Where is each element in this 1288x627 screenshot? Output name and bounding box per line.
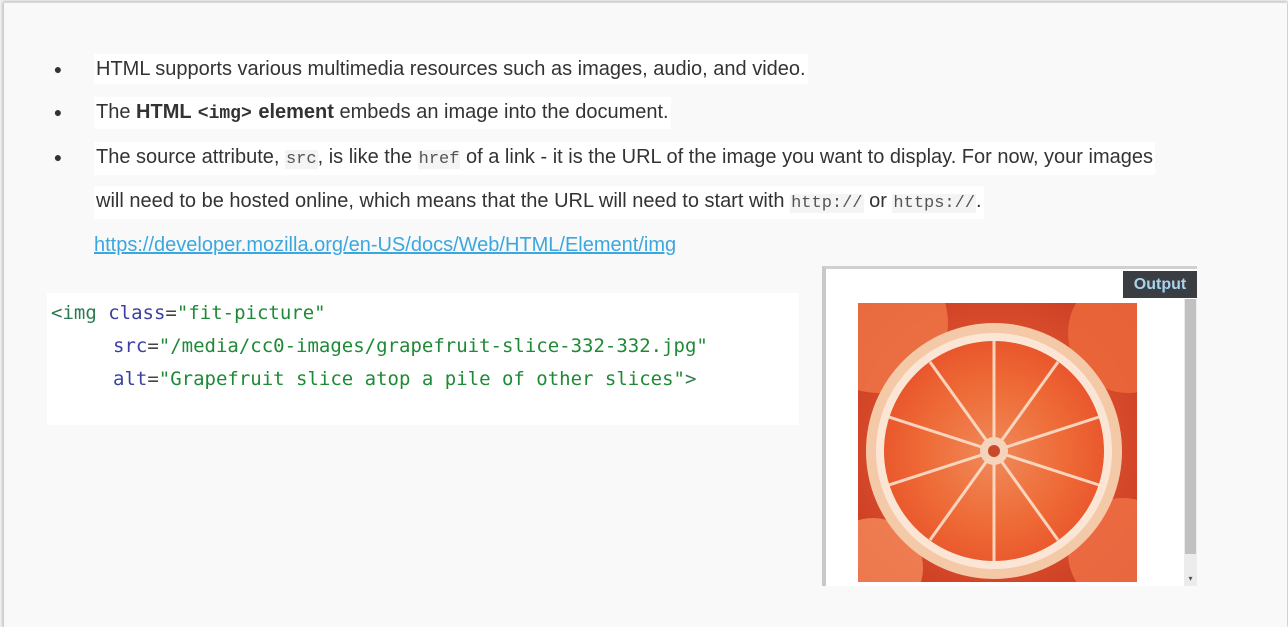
grapefruit-illustration	[858, 303, 1137, 582]
code-line-2: src="/media/cc0-images/grapefruit-slice-…	[113, 335, 708, 357]
bullet-text: The HTML <img> element embeds an image i…	[94, 97, 671, 129]
output-label: Output	[1123, 271, 1197, 298]
inline-code-src: src	[284, 150, 318, 169]
inline-code-href: href	[417, 150, 461, 169]
bullet-dot: ●	[53, 149, 63, 165]
code-line-3: alt="Grapefruit slice atop a pile of oth…	[113, 368, 697, 390]
output-scrollbar[interactable]: ▾	[1184, 299, 1197, 586]
bullet-dot: ●	[53, 104, 63, 120]
code-line-1: <img class="fit-picture"	[51, 302, 326, 324]
grapefruit-slice-image	[858, 303, 1137, 582]
output-preview: Output ▾	[822, 266, 1197, 586]
scroll-down-arrow-icon[interactable]: ▾	[1184, 574, 1197, 584]
inline-code-https: https://	[892, 194, 977, 213]
bullet-text: HTML supports various multimedia resourc…	[94, 54, 808, 84]
mdn-img-link[interactable]: https://developer.mozilla.org/en-US/docs…	[94, 230, 676, 260]
scrollbar-thumb[interactable]	[1185, 299, 1196, 554]
bullet-dot: ●	[53, 61, 63, 77]
bold-term: HTML <img> element	[136, 101, 334, 124]
slide: ● HTML supports various multimedia resou…	[3, 2, 1287, 627]
bullet-text-line2: will need to be hosted online, which mea…	[94, 186, 984, 219]
code-snippet: <img class="fit-picture" src="/media/cc0…	[47, 293, 799, 425]
inline-code-http: http://	[790, 194, 864, 213]
bullet-text-line1: The source attribute, src, is like the h…	[94, 142, 1155, 175]
